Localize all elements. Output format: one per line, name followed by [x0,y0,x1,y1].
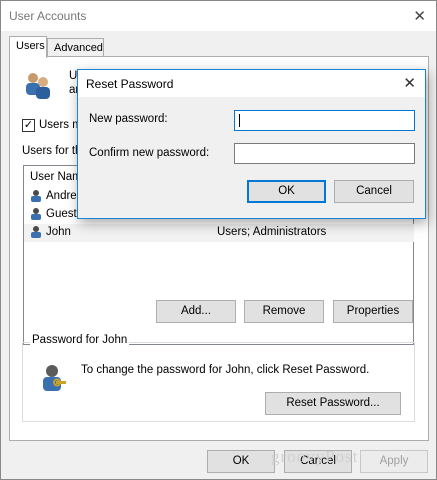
remove-button[interactable]: Remove [244,300,324,323]
dialog-cancel-button[interactable]: Cancel [334,180,414,203]
close-icon[interactable]: ✕ [403,74,416,92]
confirm-password-label: Confirm new password: [89,147,210,159]
password-group-title: Password for John [30,334,130,346]
reset-password-dialog: Reset Password ✕ New password: Confirm n… [77,69,426,219]
ok-button[interactable]: OK [207,450,275,473]
user-name: Andre [46,190,77,202]
must-enter-password-checkbox[interactable]: ✓ [22,119,35,132]
title-bar[interactable]: User Accounts ✕ [1,1,436,31]
add-button[interactable]: Add... [156,300,236,323]
user-icon [31,226,41,238]
confirm-password-field[interactable] [234,143,415,164]
users-for-label: Users for th [22,145,82,157]
user-icon [31,190,41,202]
window-title: User Accounts [9,9,87,23]
tab-users[interactable]: Users [9,36,47,58]
list-item-selected[interactable]: John Users; Administrators [24,224,414,242]
password-groupbox: Password for John To change the password… [22,334,415,422]
dialog-title: Reset Password [86,77,174,91]
close-icon[interactable]: ✕ [413,7,426,25]
new-password-field[interactable] [234,110,415,131]
apply-button[interactable]: Apply [360,450,428,473]
watermark: groovyPost [271,447,359,466]
password-help-text: To change the password for John, click R… [81,364,370,376]
users-icon [26,73,50,99]
reset-password-button[interactable]: Reset Password... [265,392,401,415]
user-name: John [46,226,71,238]
user-name: Guest [46,208,77,220]
properties-button[interactable]: Properties [333,300,413,323]
user-group: Users; Administrators [217,226,327,238]
user-key-icon [43,365,66,391]
dialog-ok-button[interactable]: OK [247,180,326,203]
text-caret [239,114,240,127]
user-icon [31,208,41,220]
list-header-user-name[interactable]: User Nam [30,171,82,183]
dialog-title-bar[interactable]: Reset Password ✕ [78,70,425,97]
new-password-label: New password: [89,113,168,125]
tab-advanced[interactable]: Advanced [47,38,104,58]
